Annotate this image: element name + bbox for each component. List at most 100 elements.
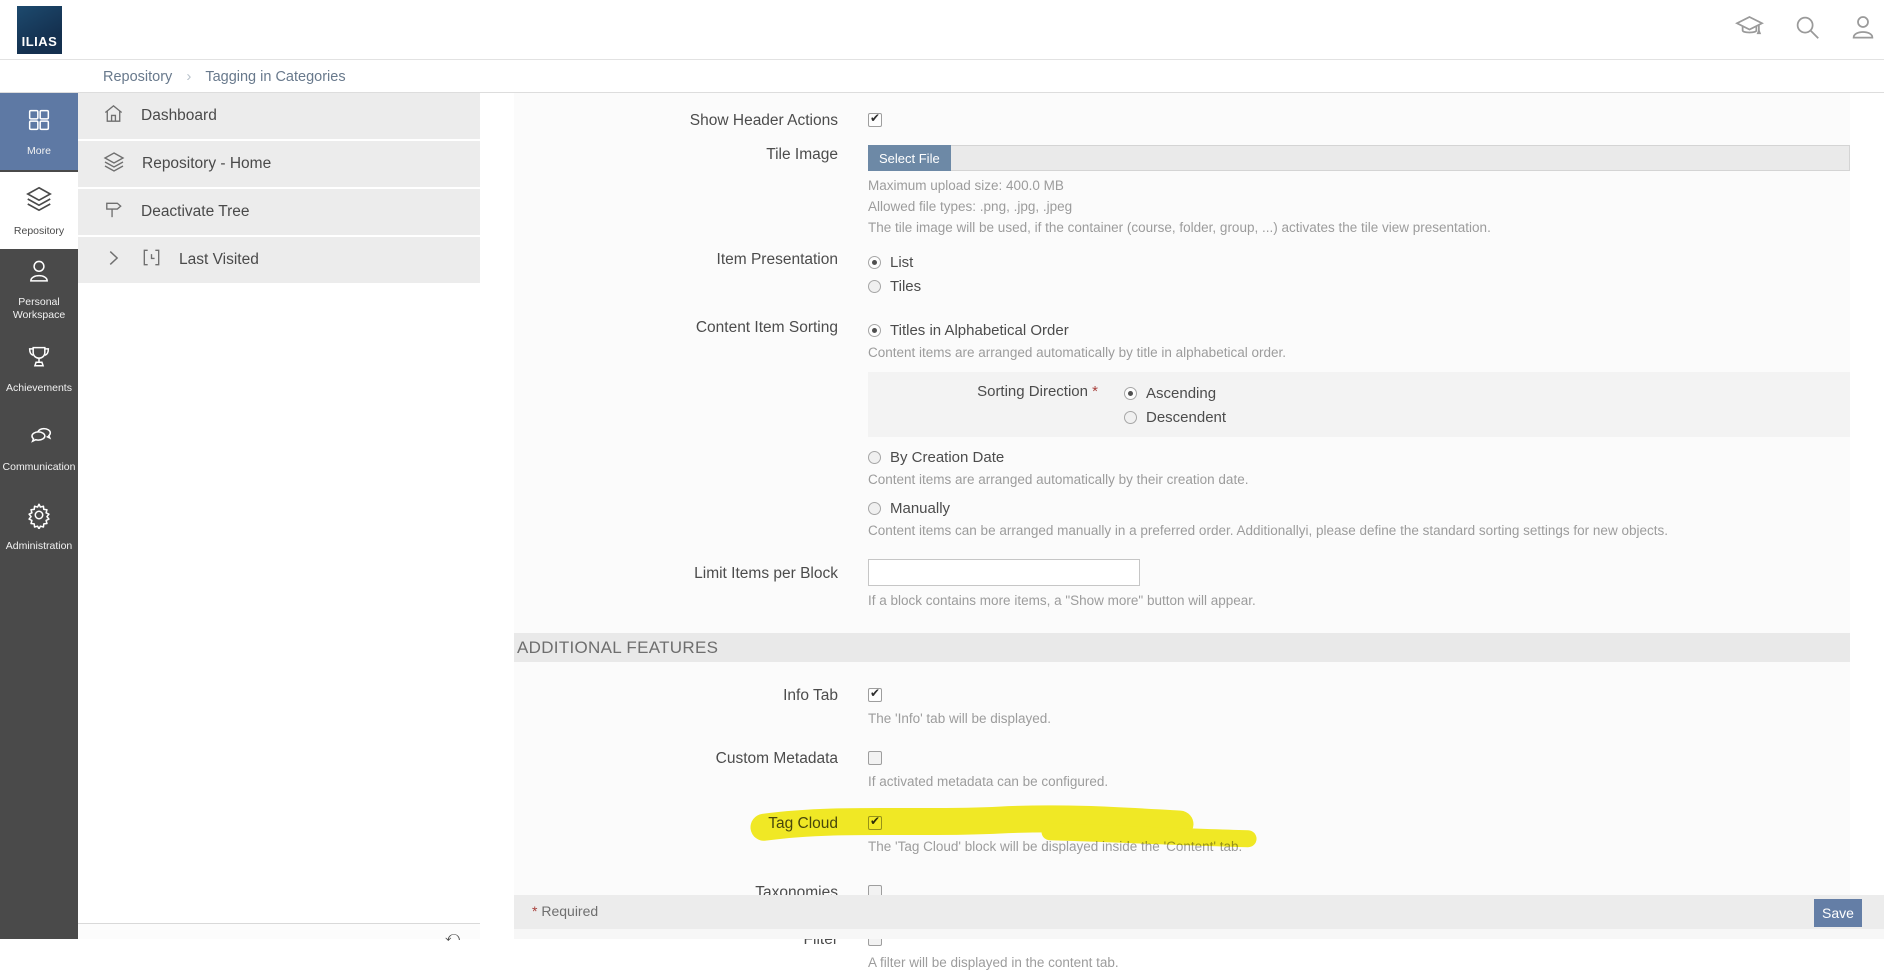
radio-dot[interactable] xyxy=(1124,387,1137,400)
rail-item-personal-workspace[interactable]: Personal Workspace xyxy=(0,251,78,328)
rail-item-label: Communication xyxy=(1,461,78,474)
required-note: * Required xyxy=(532,903,598,919)
limit-items-input[interactable] xyxy=(868,559,1140,586)
manually-desc: Content items can be arranged manually i… xyxy=(868,520,1850,541)
sidebar-item-label: Last Visited xyxy=(179,251,259,269)
rail-item-communication[interactable]: Communication xyxy=(0,409,78,486)
sidebar-item-dashboard[interactable]: Dashboard xyxy=(78,93,480,139)
sidebar-item-last-visited[interactable]: Last Visited xyxy=(78,237,480,283)
breadcrumb-separator-icon: › xyxy=(186,68,191,85)
form-footer: * Required Save xyxy=(514,895,1884,929)
rail-item-achievements[interactable]: Achievements xyxy=(0,330,78,407)
info-tab-checkbox[interactable] xyxy=(868,688,882,702)
sidebar-item-label: Dashboard xyxy=(141,107,217,125)
radio-descendent[interactable]: Descendent xyxy=(1124,405,1226,429)
radio-dot[interactable] xyxy=(868,324,881,337)
search-icon[interactable] xyxy=(1792,12,1822,47)
radio-dot[interactable] xyxy=(868,280,881,293)
radio-tiles[interactable]: Tiles xyxy=(868,274,1850,298)
main-nav-rail: More Repository Personal Workspace Achie… xyxy=(0,93,78,939)
filter-desc: A filter will be displayed in the conten… xyxy=(868,952,1850,973)
form-row-content-item-sorting: Content Item Sorting Titles in Alphabeti… xyxy=(514,318,1850,541)
field-label: Content Item Sorting xyxy=(514,318,838,337)
custom-metadata-desc: If activated metadata can be configured. xyxy=(868,771,1850,792)
sorting-direction-subpanel: Sorting Direction * Ascending Descendent xyxy=(868,372,1850,437)
secondary-sidebar: Dashboard Repository - Home Deactivate T… xyxy=(78,93,480,939)
rail-item-label: Achievements xyxy=(4,382,74,395)
top-bar: ILIAS xyxy=(0,0,1884,60)
rail-item-label: Repository xyxy=(12,225,66,238)
form-row-item-presentation: Item Presentation List Tiles xyxy=(514,250,1850,298)
show-header-actions-checkbox[interactable] xyxy=(868,113,882,127)
trophy-icon xyxy=(25,343,53,376)
form-row-tile-image: Tile Image Select File Maximum upload si… xyxy=(514,145,1850,238)
form-row-info-tab: Info Tab The 'Info' tab will be displaye… xyxy=(514,686,1850,729)
creation-date-desc: Content items are arranged automatically… xyxy=(868,469,1850,490)
radio-dot[interactable] xyxy=(868,451,881,464)
breadcrumb-current[interactable]: Tagging in Categories xyxy=(205,69,345,85)
file-types-note: Allowed file types: .png, .jpg, .jpeg xyxy=(868,196,1850,217)
section-header-additional-features: ADDITIONAL FEATURES xyxy=(514,633,1850,662)
form-row-show-header-actions: Show Header Actions xyxy=(514,111,1850,130)
ilias-logo[interactable]: ILIAS xyxy=(17,6,62,54)
radio-dot[interactable] xyxy=(1124,411,1137,424)
rail-item-more[interactable]: More xyxy=(0,93,78,170)
info-tab-desc: The 'Info' tab will be displayed. xyxy=(868,708,1850,729)
rail-item-administration[interactable]: Administration xyxy=(0,488,78,565)
grid-icon xyxy=(25,106,53,139)
sidebar-item-label: Repository - Home xyxy=(142,155,271,173)
top-icon-group xyxy=(1733,12,1878,47)
field-label: Sorting Direction * xyxy=(868,381,1098,429)
required-asterisk: * xyxy=(532,903,537,919)
save-button[interactable]: Save xyxy=(1814,899,1862,927)
required-asterisk: * xyxy=(1092,383,1098,400)
tile-image-note: The tile image will be used, if the cont… xyxy=(868,217,1850,238)
field-label: Tile Image xyxy=(514,145,838,164)
radio-ascending[interactable]: Ascending xyxy=(1124,381,1226,405)
user-icon[interactable] xyxy=(1848,12,1878,47)
rail-item-label: Personal Workspace xyxy=(0,296,78,321)
help-icon[interactable] xyxy=(1733,12,1766,47)
field-label: Info Tab xyxy=(514,686,838,705)
file-input-bar[interactable] xyxy=(951,145,1850,171)
radio-dot[interactable] xyxy=(868,502,881,515)
chevron-right-icon[interactable] xyxy=(102,247,124,274)
clock-bracket-icon xyxy=(140,246,163,274)
radio-manually[interactable]: Manually xyxy=(868,496,1850,520)
radio-list[interactable]: List xyxy=(868,250,1850,274)
radio-by-creation-date[interactable]: By Creation Date xyxy=(868,445,1850,469)
field-label: Custom Metadata xyxy=(514,749,838,768)
layers-icon xyxy=(24,184,54,219)
settings-form: Show Header Actions Tile Image Select Fi… xyxy=(514,93,1850,895)
field-label: Tag Cloud xyxy=(514,814,838,833)
rail-item-repository[interactable]: Repository xyxy=(0,172,78,249)
sidebar-item-repository-home[interactable]: Repository - Home xyxy=(78,141,480,187)
custom-metadata-checkbox[interactable] xyxy=(868,751,882,765)
main-content: Show Header Actions Tile Image Select Fi… xyxy=(480,93,1884,939)
form-row-custom-metadata: Custom Metadata If activated metadata ca… xyxy=(514,749,1850,792)
form-row-limit-items: Limit Items per Block If a block contain… xyxy=(514,559,1850,611)
select-file-button[interactable]: Select File xyxy=(868,145,951,171)
field-label: Limit Items per Block xyxy=(514,559,838,583)
field-label: Show Header Actions xyxy=(514,111,838,130)
sidebar-item-deactivate-tree[interactable]: Deactivate Tree xyxy=(78,189,480,235)
upload-size-note: Maximum upload size: 400.0 MB xyxy=(868,175,1850,196)
person-icon xyxy=(25,257,53,290)
logo-text: ILIAS xyxy=(22,34,58,49)
breadcrumb-repository[interactable]: Repository xyxy=(103,69,172,85)
rail-item-label: More xyxy=(25,145,53,158)
field-label: Item Presentation xyxy=(514,250,838,269)
gear-icon xyxy=(25,501,53,534)
signpost-icon xyxy=(102,198,125,226)
tag-cloud-desc: The 'Tag Cloud' block will be displayed … xyxy=(868,836,1850,857)
radio-alphabetical[interactable]: Titles in Alphabetical Order xyxy=(868,318,1850,342)
breadcrumb: Repository › Tagging in Categories xyxy=(0,61,1884,93)
collapse-sidebar-icon[interactable]: ⤺ xyxy=(445,928,460,945)
tag-cloud-checkbox[interactable] xyxy=(868,816,882,830)
home-icon xyxy=(102,102,125,130)
rail-item-label: Administration xyxy=(4,540,75,553)
radio-dot[interactable] xyxy=(868,256,881,269)
footer-spacer xyxy=(514,929,1884,939)
chat-icon xyxy=(25,422,53,455)
form-row-tag-cloud: Tag Cloud The 'Tag Cloud' block will be … xyxy=(514,814,1850,857)
